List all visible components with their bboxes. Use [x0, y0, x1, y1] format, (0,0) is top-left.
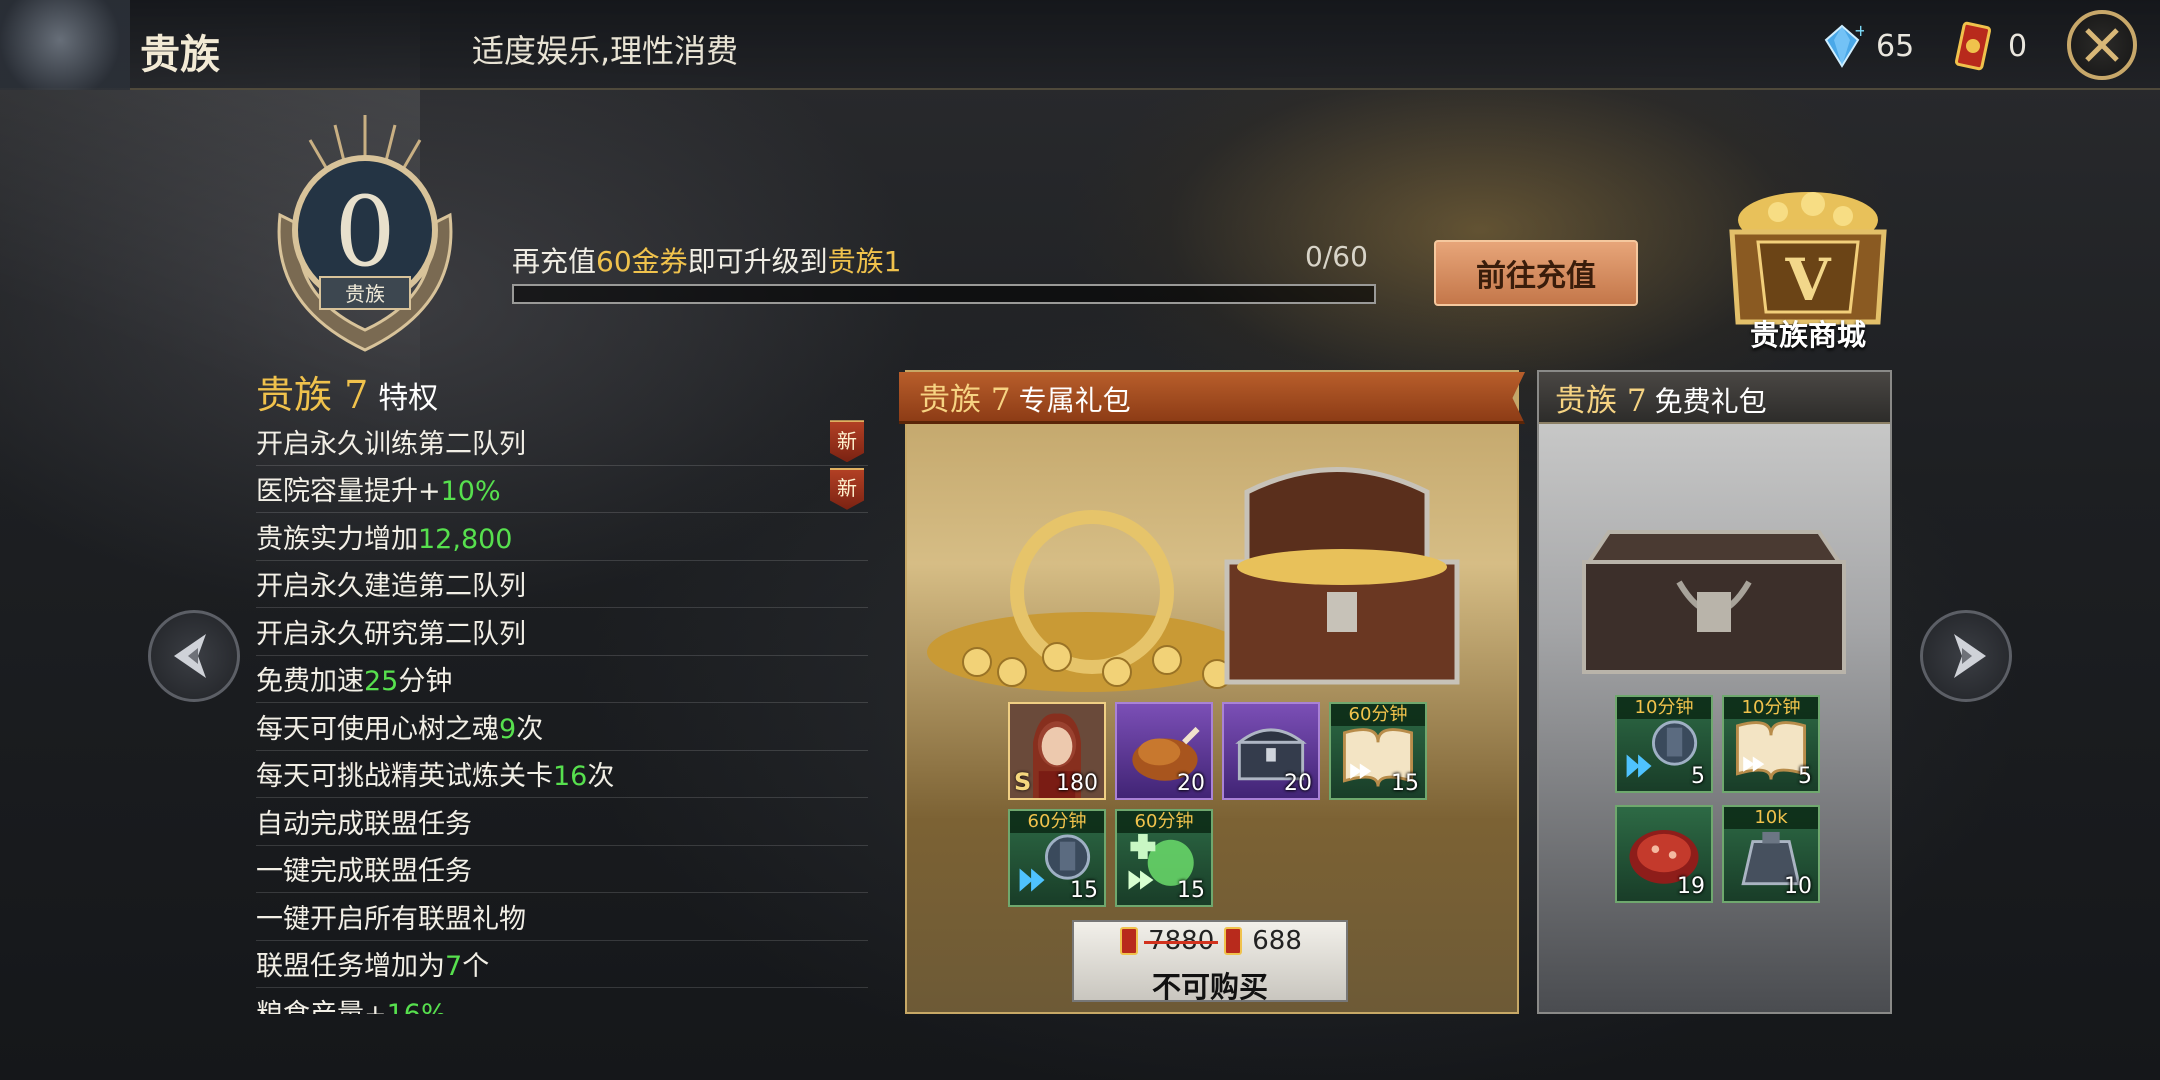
privilege-row: 医院容量提升+10% 新 [256, 466, 868, 513]
item-quantity: 20 [1284, 771, 1312, 796]
gem-count: 65 [1876, 28, 1915, 64]
item-duration-tag: 60分钟 [1010, 811, 1104, 833]
page-title: 贵族 [140, 31, 220, 78]
privilege-list[interactable]: 开启永久训练第二队列新医院容量提升+10% 新贵族实力增加12,800 开启永久建造… [256, 418, 868, 1014]
buy-label: 不可购买 [1151, 970, 1268, 1004]
item-quantity: 180 [1056, 771, 1098, 796]
gem-plus-icon: + [1820, 21, 1867, 70]
gold-ticket-icon [1950, 21, 1996, 71]
close-icon [2085, 28, 2119, 62]
item-quantity: 10 [1784, 874, 1812, 899]
helmet-emblem-icon [0, 0, 130, 90]
exclusive-pack-card: 贵族 7 专属礼包 S 180 20 20 60分钟 15 60分钟 15 60分钟 15 [899, 370, 1525, 1014]
privilege-row: 每天可使用心树之魂9次 [256, 703, 868, 751]
next-level-button[interactable] [1920, 610, 2012, 702]
privilege-row: 每天可挑战精英试炼关卡16次 [256, 751, 868, 798]
item-duration-tag: 10分钟 [1724, 697, 1818, 719]
free-item-grid: 10分钟 5 10分钟 5 19 10k 10 [1615, 695, 1820, 903]
ticket-counter[interactable]: 0 [1950, 21, 2028, 71]
privilege-text: 贵族实力增加12,800 [256, 523, 513, 555]
item-duration-tag: 10k [1724, 807, 1818, 829]
privilege-row: 开启永久建造第二队列 [256, 561, 868, 608]
upgrade-hint: 再充值60金券即可升级到贵族1 [512, 245, 902, 278]
privilege-text: 每天可挑战精英试炼关卡16次 [256, 761, 615, 793]
noble-shop-label: 贵族商城 [1749, 318, 1866, 352]
recharge-button[interactable]: 前往充值 [1434, 240, 1638, 306]
new-badge: 新 [830, 467, 864, 510]
svg-text:V: V [1784, 246, 1831, 314]
free-pack-header: 贵族 7 免费礼包 [1539, 372, 1890, 424]
gold-chest-illustration [927, 467, 1460, 692]
privilege-text: 开启永久建造第二队列 [256, 571, 526, 603]
privilege-text: 开启永久研究第二队列 [256, 618, 526, 650]
slogan-text: 适度娱乐,理性消费 [472, 32, 739, 70]
new-badge: 新 [830, 420, 864, 463]
top-bar: 贵族 适度娱乐,理性消费 + 65 0 [0, 0, 2160, 90]
noble-medal: 0 贵族 [250, 105, 480, 365]
privilege-row: 一键开启所有联盟礼物 [256, 893, 868, 941]
item-quantity: 15 [1070, 878, 1098, 903]
sale-price: 688 [1252, 926, 1302, 956]
ticket-icon [1224, 927, 1243, 955]
close-button[interactable] [2067, 10, 2137, 80]
reward-item[interactable]: 10分钟 5 [1615, 695, 1713, 793]
reward-item[interactable]: 20 [1115, 702, 1213, 800]
gem-counter[interactable]: + 65 [1820, 21, 1915, 70]
iron-chest-illustration [1582, 530, 1846, 674]
item-quantity: 20 [1177, 771, 1205, 796]
privilege-text: 开启永久训练第二队列 [256, 428, 526, 460]
privilege-row: 联盟任务增加为7个 [256, 941, 868, 988]
ticket-count: 0 [2008, 28, 2028, 64]
reward-item[interactable]: 10k 10 [1722, 805, 1820, 903]
svg-text:+: + [1854, 22, 1864, 40]
reward-item[interactable]: 60分钟 15 [1115, 809, 1213, 907]
item-quantity: 5 [1691, 764, 1705, 789]
ticket-icon [1120, 927, 1139, 955]
privilege-text: 一键开启所有联盟礼物 [256, 903, 526, 935]
prev-level-button[interactable] [148, 610, 240, 702]
svg-text:贵族: 贵族 [345, 282, 385, 306]
item-quantity: 19 [1677, 874, 1705, 899]
item-duration-tag: 10分钟 [1617, 697, 1711, 719]
item-quantity: 15 [1391, 771, 1419, 796]
item-grade: S [1014, 768, 1032, 796]
privilege-text: 免费加速25分钟 [256, 666, 453, 698]
item-duration-tag: 60分钟 [1331, 704, 1425, 726]
exclusive-pack-header: 贵族 7 专属礼包 [899, 372, 1525, 424]
reward-item[interactable]: 20 [1222, 702, 1320, 800]
reward-item[interactable]: 19 [1615, 805, 1713, 903]
privilege-text: 联盟任务增加为7个 [256, 951, 490, 983]
privilege-text: 自动完成联盟任务 [256, 808, 472, 840]
arrow-left-icon [174, 634, 206, 678]
privilege-row: 贵族实力增加12,800 [256, 513, 868, 561]
item-quantity: 15 [1177, 878, 1205, 903]
price-row: 7880 688 [1074, 926, 1346, 956]
reward-item[interactable]: S 180 [1008, 702, 1106, 800]
reward-item[interactable]: 60分钟 15 [1008, 809, 1106, 907]
privilege-row: 粮食产量+16% [256, 988, 868, 1014]
buy-button[interactable]: 7880 688 不可购买 [1072, 920, 1348, 1004]
privilege-text: 医院容量提升+10% [256, 476, 501, 508]
progress-count: 0/60 [1305, 240, 1368, 273]
privilege-row: 一键完成联盟任务 [256, 846, 868, 893]
privilege-row: 开启永久训练第二队列 新 [256, 418, 868, 466]
arrow-right-icon [1954, 634, 1986, 678]
privilege-text: 每天可使用心树之魂9次 [256, 713, 544, 745]
exclusive-item-grid: S 180 20 20 60分钟 15 60分钟 15 60分钟 15 [1008, 702, 1427, 907]
upgrade-progress-bar [512, 284, 1376, 304]
free-pack-card: 贵族 7 免费礼包 10分钟 5 10分钟 5 19 10k 10 [1537, 370, 1892, 1014]
original-price: 7880 [1144, 926, 1219, 956]
reward-item[interactable]: 10分钟 5 [1722, 695, 1820, 793]
privilege-text: 一键完成联盟任务 [256, 856, 472, 888]
privilege-row: 开启永久研究第二队列 [256, 608, 868, 656]
privilege-text: 粮食产量+16% [256, 992, 447, 1014]
reward-item[interactable]: 60分钟 15 [1329, 702, 1427, 800]
medal-level: 0 [334, 176, 395, 288]
privilege-header: 贵族 7 特权 [256, 373, 439, 417]
privilege-row: 免费加速25分钟 [256, 656, 868, 703]
item-duration-tag: 60分钟 [1117, 811, 1211, 833]
item-quantity: 5 [1798, 764, 1812, 789]
privilege-row: 自动完成联盟任务 [256, 798, 868, 846]
